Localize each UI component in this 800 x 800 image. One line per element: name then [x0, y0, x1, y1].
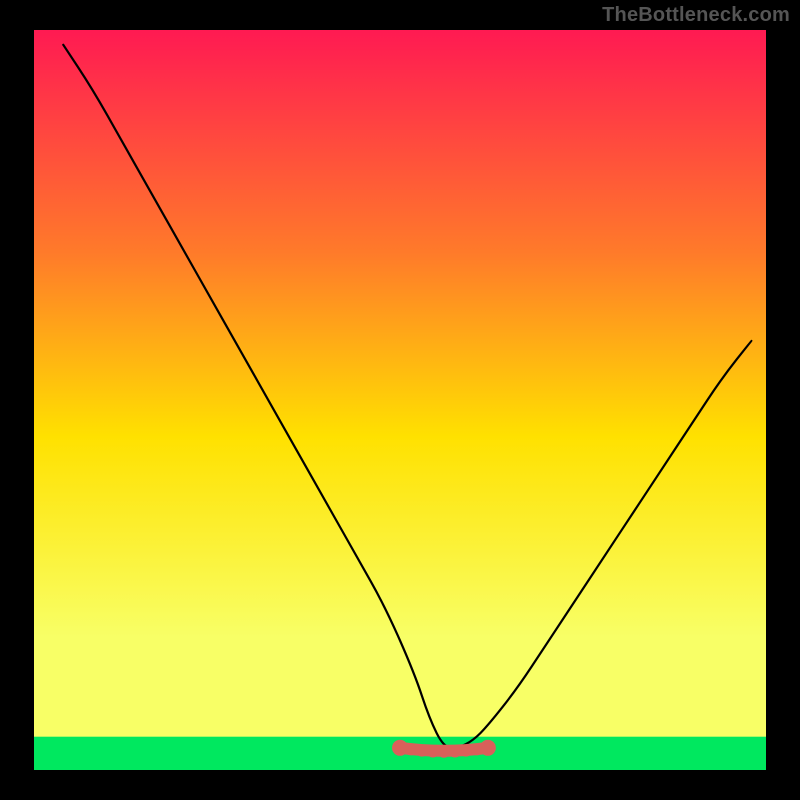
optimal-region-dot [416, 745, 428, 757]
plot-background [34, 30, 766, 770]
optimal-region-dot [449, 745, 461, 757]
bottleneck-chart [0, 0, 800, 800]
optimal-region-dot [438, 746, 450, 758]
watermark-text: TheBottleneck.com [602, 4, 790, 27]
optimal-region-dot [427, 745, 439, 757]
optimal-region-dot [480, 740, 496, 756]
chart-frame: TheBottleneck.com [0, 0, 800, 800]
optimal-region-dot [460, 745, 472, 757]
optimal-region-dot [405, 743, 417, 755]
